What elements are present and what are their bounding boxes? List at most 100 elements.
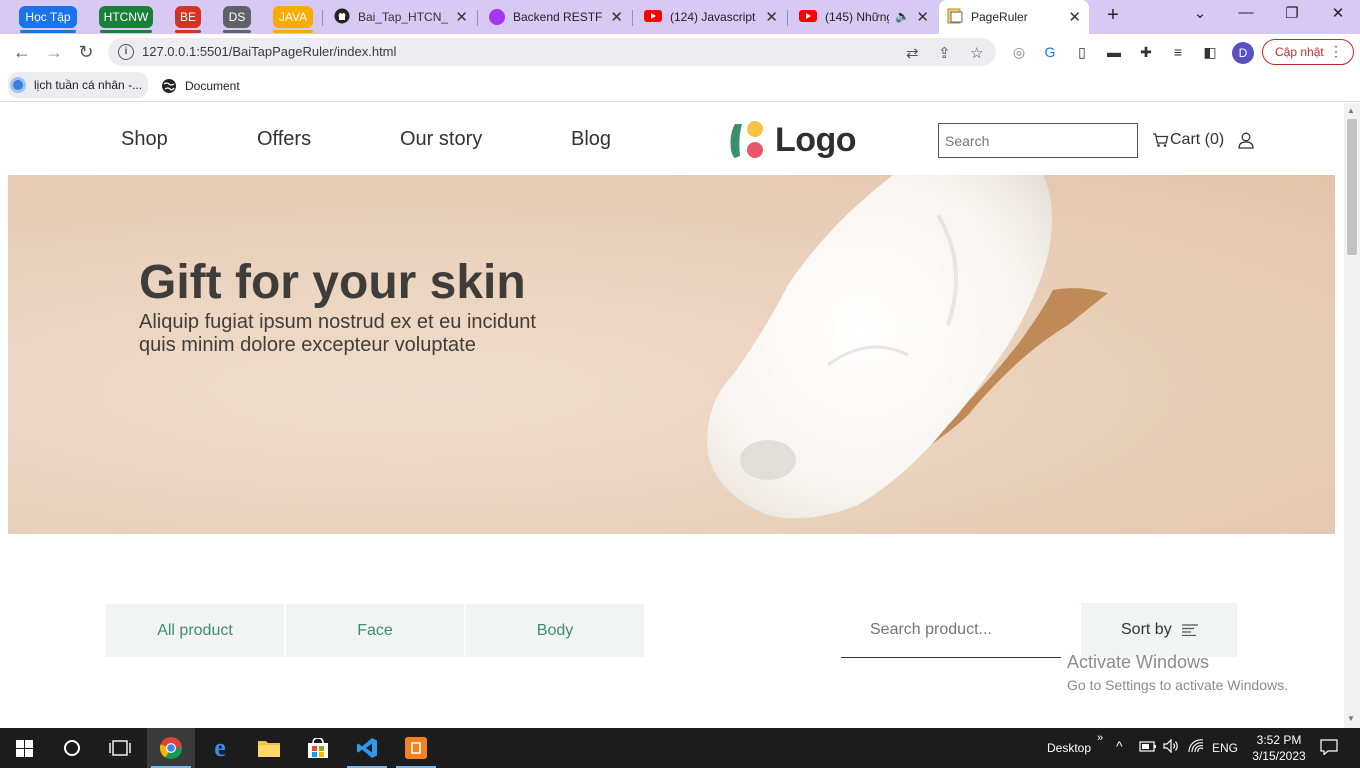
forward-arrow-icon[interactable]: →	[42, 40, 66, 64]
task-view-icon[interactable]	[96, 728, 144, 768]
filter-all-product[interactable]: All product	[106, 604, 284, 657]
close-icon[interactable]: ✕	[455, 8, 468, 26]
start-windows-icon[interactable]	[0, 728, 48, 768]
more-menu-icon[interactable]: ⋮	[1329, 43, 1343, 60]
speaker-icon[interactable]: 🔈	[895, 9, 910, 23]
notification-center-icon[interactable]	[1320, 739, 1338, 758]
udemy-icon	[489, 9, 505, 25]
volume-icon[interactable]	[1163, 738, 1181, 756]
translate-icon[interactable]: ⇄	[906, 44, 919, 62]
bookmark-star-icon[interactable]: ☆	[970, 44, 983, 62]
cortana-search-icon[interactable]	[48, 728, 96, 768]
tab-group-underline	[20, 30, 76, 33]
activate-windows-subtitle: Go to Settings to activate Windows.	[1067, 677, 1288, 693]
nav-shop[interactable]: Shop	[121, 128, 168, 151]
compass-extension-icon[interactable]: ◎	[1010, 43, 1028, 61]
cart-label: Cart (0)	[1170, 131, 1225, 148]
bookmark-label: Document	[185, 79, 240, 93]
tab-group-be[interactable]: BE	[175, 6, 201, 28]
tab-bai-tap[interactable]: Bai_Tap_HTCN_W ✕	[326, 4, 476, 30]
page-ruler-extension-icon[interactable]: ▯	[1073, 43, 1091, 61]
store-icon[interactable]	[294, 728, 342, 768]
reload-icon[interactable]: ↻	[74, 40, 98, 64]
nav-our-story[interactable]: Our story	[400, 128, 482, 151]
tab-separator	[322, 10, 323, 26]
hero-title: Gift for your skin	[139, 256, 526, 309]
cart-link[interactable]: Cart (0)	[1152, 131, 1224, 149]
site-search-input[interactable]	[938, 123, 1138, 158]
wifi-icon[interactable]	[1187, 739, 1205, 756]
show-hidden-icons-chevron-icon[interactable]: ^	[1116, 738, 1123, 754]
tab-group-java[interactable]: JAVA	[273, 6, 313, 28]
profile-avatar[interactable]: D	[1232, 42, 1254, 64]
tab-group-ds[interactable]: DS	[223, 6, 251, 28]
language-indicator[interactable]: ENG	[1212, 741, 1238, 755]
system-clock[interactable]: 3:52 PM 3/15/2023	[1244, 732, 1314, 764]
desktop-toolbar-label[interactable]: Desktop	[1047, 741, 1091, 755]
bookmark-document[interactable]: Document	[161, 76, 240, 96]
scrollbar-thumb[interactable]	[1347, 119, 1357, 255]
site-logo[interactable]: Logo	[727, 120, 857, 160]
tab-title: (124) Javascript c	[670, 10, 758, 24]
page-viewport: Shop Offers Our story Blog Logo Cart (0)	[0, 103, 1344, 728]
chevron-double-icon[interactable]: »	[1097, 732, 1103, 744]
pdf-app-taskbar-icon[interactable]	[392, 728, 440, 768]
filter-body[interactable]: Body	[466, 604, 644, 657]
scroll-up-arrow-icon[interactable]: ▲	[1347, 106, 1355, 115]
tab-group-underline	[175, 30, 201, 33]
github-icon	[334, 8, 350, 27]
address-url[interactable]: 127.0.0.1:5501/BaiTapPageRuler/index.htm…	[142, 44, 396, 59]
tab-title: Bai_Tap_HTCN_W	[358, 10, 448, 24]
minimize-icon[interactable]: —	[1226, 4, 1266, 21]
edge-taskbar-icon[interactable]: e	[196, 728, 244, 768]
update-button[interactable]: Cập nhật ⋮	[1262, 39, 1354, 65]
restore-icon[interactable]: ❐	[1272, 4, 1312, 22]
clock-date: 3/15/2023	[1252, 749, 1306, 763]
battery-icon[interactable]	[1139, 739, 1157, 756]
vscode-taskbar-icon[interactable]	[343, 728, 391, 768]
media-control-icon[interactable]: ≡	[1169, 43, 1187, 61]
bookmark-lich-tuan[interactable]: lịch tuần cá nhân -...	[8, 72, 149, 98]
user-icon[interactable]	[1238, 132, 1254, 154]
file-explorer-icon[interactable]	[245, 728, 293, 768]
tab-javascript[interactable]: (124) Javascript c ✕	[636, 4, 786, 30]
address-bar[interactable]: i 127.0.0.1:5501/BaiTapPageRuler/index.h…	[108, 38, 996, 66]
tab-title: PageRuler	[971, 10, 1028, 24]
cart-icon	[1152, 132, 1169, 148]
window-close-icon[interactable]: ✕	[1318, 4, 1358, 22]
tab-title: (145) Những	[825, 10, 889, 24]
chrome-taskbar-icon[interactable]	[147, 728, 195, 768]
close-icon[interactable]: ✕	[610, 8, 623, 26]
back-arrow-icon[interactable]: ←	[10, 40, 34, 64]
share-icon[interactable]: ⇪	[938, 44, 951, 62]
new-tab-button[interactable]: +	[1093, 4, 1133, 27]
tab-search-chevron-icon[interactable]: ⌄	[1180, 4, 1220, 22]
tab-group-hoc-tap[interactable]: Học Tập	[19, 6, 77, 28]
nav-offers[interactable]: Offers	[257, 128, 311, 151]
google-translate-extension-icon[interactable]: G	[1041, 43, 1059, 61]
browser-toolbar: ← → ↻ i 127.0.0.1:5501/BaiTapPageRuler/i…	[0, 34, 1360, 70]
card-extension-icon[interactable]: ▬	[1105, 43, 1123, 61]
tab-separator	[477, 10, 478, 26]
sort-button[interactable]: Sort by	[1081, 603, 1237, 657]
nav-blog[interactable]: Blog	[571, 128, 611, 151]
tab-pageruler[interactable]: PageRuler ✕	[939, 0, 1089, 34]
page-scrollbar[interactable]: ▲ ▼	[1344, 103, 1360, 728]
tab-backend[interactable]: Backend RESTFul ✕	[481, 4, 631, 30]
close-icon[interactable]: ✕	[765, 8, 778, 26]
extensions-puzzle-icon[interactable]: ✚	[1137, 43, 1155, 61]
clock-time: 3:52 PM	[1256, 733, 1302, 747]
hero-banner: Gift for your skin Aliquip fugiat ipsum …	[8, 175, 1335, 534]
page-icon	[947, 8, 963, 27]
youtube-icon	[799, 9, 817, 26]
tab-group-htcnw[interactable]: HTCNW	[99, 6, 153, 28]
scroll-down-arrow-icon[interactable]: ▼	[1347, 714, 1355, 723]
site-info-icon[interactable]: i	[118, 44, 134, 60]
product-search-input[interactable]	[841, 603, 1061, 658]
tab-nhung[interactable]: (145) Những 🔈 ✕	[791, 4, 937, 30]
filter-face[interactable]: Face	[286, 604, 464, 657]
bookmarks-bar: lịch tuần cá nhân -... Document	[0, 70, 1360, 102]
close-icon[interactable]: ✕	[1068, 8, 1081, 26]
side-panel-icon[interactable]: ◧	[1201, 43, 1219, 61]
close-icon[interactable]: ✕	[916, 8, 929, 26]
